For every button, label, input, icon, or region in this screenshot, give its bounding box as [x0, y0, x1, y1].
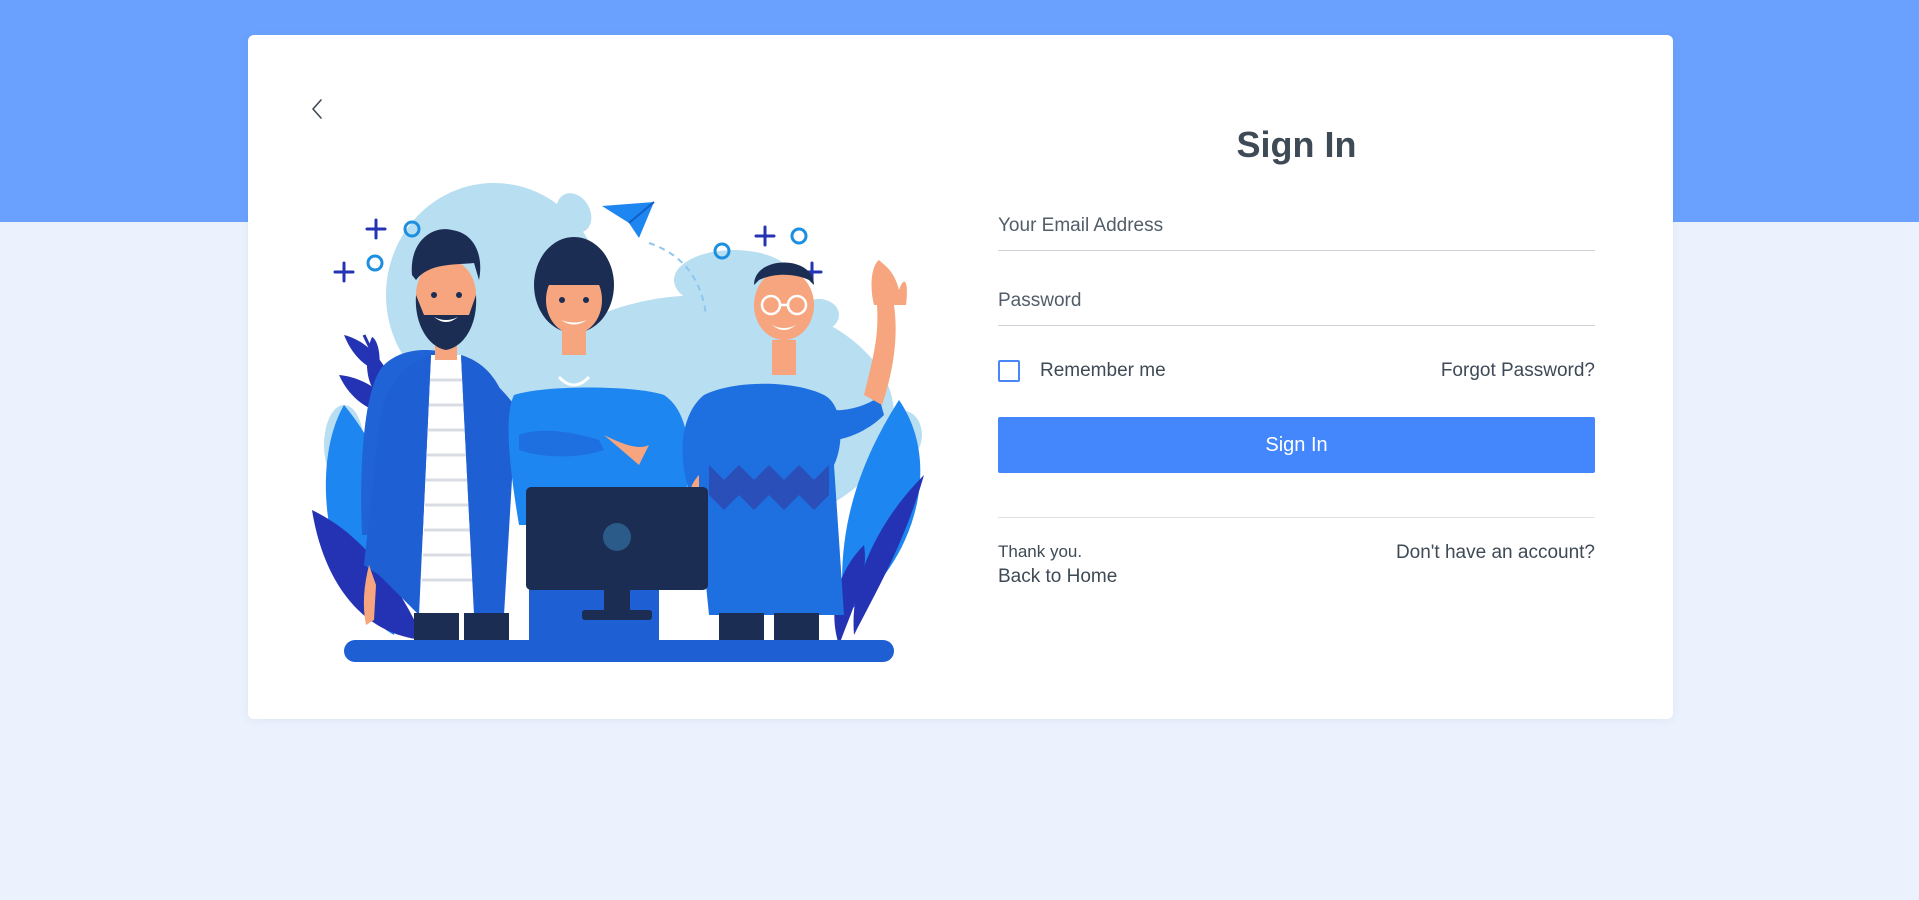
email-field[interactable] — [998, 202, 1595, 250]
options-row: Remember me Forgot Password? — [998, 356, 1595, 386]
signin-card: Sign In Remember me Forgot Password? Sig… — [248, 35, 1673, 719]
password-field[interactable] — [998, 277, 1595, 325]
back-button[interactable] — [304, 91, 330, 127]
divider — [998, 517, 1595, 518]
password-field-wrapper — [998, 263, 1595, 326]
thank-you-text: Thank you. — [998, 542, 1083, 561]
sign-up-link[interactable]: Don't have an account? — [1396, 540, 1595, 590]
footer-row: Thank you. Back to Home Don't have an ac… — [998, 540, 1595, 590]
forgot-password-link[interactable]: Forgot Password? — [1441, 360, 1595, 382]
remember-me-toggle[interactable]: Remember me — [998, 360, 1166, 382]
remember-me-checkbox[interactable] — [998, 360, 1020, 382]
team-illustration — [312, 183, 924, 662]
back-to-home-link[interactable]: Back to Home — [998, 564, 1117, 590]
page-title: Sign In — [1236, 124, 1357, 165]
signin-form: Sign In Remember me Forgot Password? Sig… — [998, 115, 1595, 590]
chevron-left-icon — [312, 99, 322, 119]
remember-me-label: Remember me — [1040, 360, 1166, 381]
sign-in-button[interactable]: Sign In — [998, 417, 1595, 473]
footer-left: Thank you. Back to Home — [998, 540, 1117, 590]
email-field-wrapper — [998, 188, 1595, 251]
